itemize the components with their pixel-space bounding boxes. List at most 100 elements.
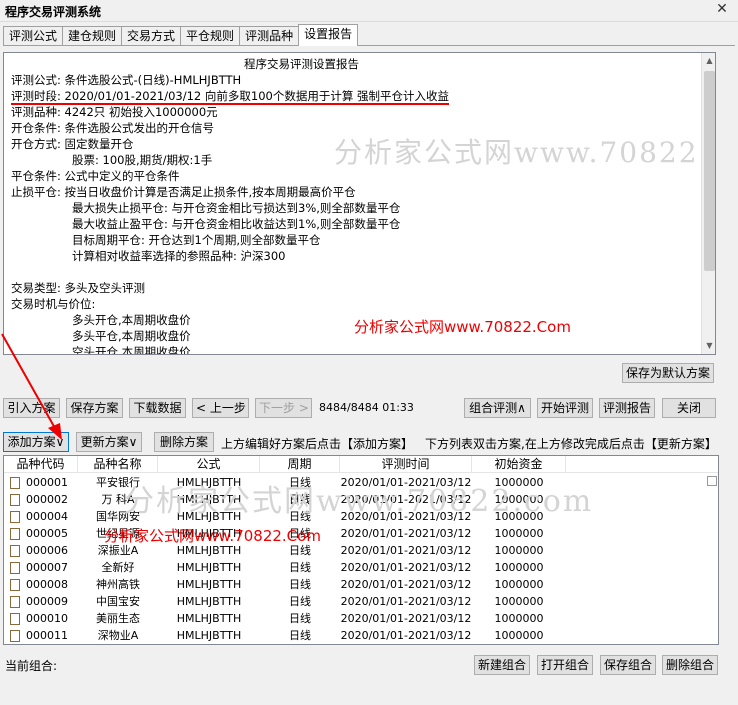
tab-trade-mode[interactable]: 交易方式 [121, 26, 182, 46]
report-line: 多头开仓,本周期收盘价 [72, 313, 191, 327]
document-icon [10, 477, 20, 489]
scroll-down-icon[interactable]: ▼ [702, 338, 715, 354]
column-header[interactable]: 周期 [260, 456, 340, 473]
report-line: 计算相对收益率选择的参照品种: 沪深300 [72, 249, 286, 263]
download-data-button[interactable]: 下载数据 [129, 398, 186, 418]
document-icon [10, 528, 20, 540]
report-line: 目标周期平仓: 开仓达到1个周期,则全部数量平仓 [72, 233, 321, 247]
column-header[interactable]: 评测时间 [340, 456, 472, 473]
table-row[interactable]: 000007 全新好 HMLHJBTTH 日线 2020/01/01-2021/03/1… [4, 559, 718, 576]
hint-add: 上方编辑好方案后点击【添加方案】 [221, 437, 414, 451]
table-cell: HMLHJBTTH [176, 561, 242, 574]
start-eval-button[interactable]: 开始评测 [537, 398, 593, 418]
table-cell: 日线 [289, 595, 311, 608]
eval-report-button[interactable]: 评测报告 [599, 398, 655, 418]
save-plan-button[interactable]: 保存方案 [66, 398, 123, 418]
table-cell: 2020/01/01-2021/03/12 [340, 612, 472, 625]
tab-divider [3, 45, 735, 46]
watermark-gray: 分析家公式网www.70822.com [334, 136, 715, 169]
tab-eval-products[interactable]: 评测品种 [239, 26, 300, 46]
delete-combo-button[interactable]: 删除组合 [662, 655, 718, 675]
column-header[interactable]: 品种代码 [4, 456, 78, 473]
tab-eval-formula[interactable]: 评测公式 [3, 26, 64, 46]
report-scrollbar[interactable]: ▲ ▼ [701, 53, 715, 354]
table-cell: 000007 [26, 561, 68, 574]
table-cell: 2020/01/01-2021/03/12 [340, 561, 472, 574]
watermark-red: 分析家公式网www.70822.Com [354, 318, 571, 336]
combo-eval-button[interactable]: 组合评测∧ [464, 398, 531, 418]
plan-table[interactable]: 品种代码 品种名称 公式 周期 评测时间 初始资金 000001 平安银行 HMLH… [3, 455, 719, 645]
table-cell: 000011 [26, 629, 68, 642]
report-line: 股票: 100股,期货/期权:1手 [72, 153, 213, 167]
report-line: 止损平仓: 按当日收盘价计算是否满足止损条件,按本周期最高价平仓 [11, 185, 356, 199]
report-line: 开仓条件: 条件选股公式发出的开仓信号 [11, 121, 215, 135]
document-icon [10, 494, 20, 506]
table-cell: 2020/01/01-2021/03/12 [340, 595, 472, 608]
table-header: 品种代码 品种名称 公式 周期 评测时间 初始资金 [4, 456, 718, 473]
open-combo-button[interactable]: 打开组合 [537, 655, 593, 675]
report-textarea[interactable]: 分析家公式网www.70822.com 程序交易评测设置报告 评测公式: 条件选… [3, 52, 716, 355]
table-cell: 000010 [26, 612, 68, 625]
table-row[interactable]: 000011 深物业A HMLHJBTTH 日线 2020/01/01-2021/03/… [4, 627, 718, 644]
update-plan-button[interactable]: 更新方案∨ [76, 432, 142, 452]
scroll-up-icon[interactable]: ▲ [702, 53, 715, 69]
watermark-red: 分析家公式网www.70822.Com [104, 527, 321, 545]
column-header[interactable]: 初始资金 [472, 456, 566, 473]
tab-settings-report[interactable]: 设置报告 [298, 24, 359, 46]
document-icon [10, 562, 20, 574]
save-default-button[interactable]: 保存为默认方案 [622, 363, 714, 383]
table-cell: 000001 [26, 476, 68, 489]
table-cell: 2020/01/01-2021/03/12 [340, 527, 472, 540]
report-line: 评测品种: 4242只 初始投入1000000元 [11, 105, 218, 119]
report-line-period: 评测时段: 2020/01/01-2021/03/12 向前多取100个数据用于… [11, 89, 450, 105]
window-title: 程序交易评测系统 [5, 5, 102, 19]
document-icon [10, 613, 20, 625]
tab-open-rules[interactable]: 建仓规则 [62, 26, 123, 46]
document-icon [10, 545, 20, 557]
column-header[interactable]: 公式 [158, 456, 260, 473]
table-cell: 1000000 [494, 612, 544, 625]
close-icon[interactable]: ✕ [714, 1, 730, 17]
save-combo-button[interactable]: 保存组合 [600, 655, 656, 675]
tab-strip: 评测公式 建仓规则 交易方式 平仓规则 评测品种 设置报告 [3, 24, 359, 46]
table-cell: 000002 [26, 493, 68, 506]
close-button[interactable]: 关闭 [662, 398, 716, 418]
report-line: 多头平仓,本周期收盘价 [72, 329, 191, 343]
prev-step-button[interactable]: < 上一步 [192, 398, 249, 418]
table-row[interactable]: 000008 神州高铁 HMLHJBTTH 日线 2020/01/01-2021/03/… [4, 576, 718, 593]
table-cell: 000008 [26, 578, 68, 591]
table-cell: 日线 [289, 561, 311, 574]
table-cell: 1000000 [494, 561, 544, 574]
delete-plan-button[interactable]: 删除方案 [154, 432, 214, 452]
next-step-button[interactable]: 下一步 > [255, 398, 312, 418]
table-cell: 深物业A [97, 629, 139, 642]
report-line: 平仓条件: 公式中定义的平仓条件 [11, 169, 180, 183]
table-cell: 000005 [26, 527, 68, 540]
document-icon [10, 596, 20, 608]
table-cell: 1000000 [494, 527, 544, 540]
watermark-gray: 分析家公式网www.70822.com [124, 484, 594, 519]
tab-close-rules[interactable]: 平仓规则 [180, 26, 241, 46]
report-line: 开仓方式: 固定数量开仓 [11, 137, 134, 151]
document-icon [10, 579, 20, 591]
column-header[interactable]: 品种名称 [78, 456, 158, 473]
table-cell: 1000000 [494, 629, 544, 642]
table-cell: 神州高铁 [96, 578, 140, 591]
report-line: 交易时机与价位: [11, 297, 96, 311]
document-icon [10, 630, 20, 642]
report-line: 最大损失止损平仓: 与开仓资金相比亏损达到3%,则全部数量平仓 [72, 201, 401, 215]
table-cell: 1000000 [494, 578, 544, 591]
annotation-arrow-icon [1, 333, 62, 440]
report-line: 交易类型: 多头及空头评测 [11, 281, 146, 295]
table-row[interactable]: 000010 美丽生态 HMLHJBTTH 日线 2020/01/01-2021/03/… [4, 610, 718, 627]
table-cell: 美丽生态 [96, 612, 140, 625]
scroll-thumb[interactable] [704, 71, 715, 271]
table-row[interactable]: 000009 中国宝安 HMLHJBTTH 日线 2020/01/01-2021/03/… [4, 593, 718, 610]
title-bar: 程序交易评测系统 ✕ [0, 0, 738, 22]
row-checkbox[interactable] [707, 476, 717, 486]
table-cell: 2020/01/01-2021/03/12 [340, 578, 472, 591]
new-combo-button[interactable]: 新建组合 [474, 655, 530, 675]
report-line: 评测公式: 条件选股公式-(日线)-HMLHJBTTH [11, 73, 242, 87]
table-cell: HMLHJBTTH [176, 595, 242, 608]
table-cell: 000004 [26, 510, 68, 523]
